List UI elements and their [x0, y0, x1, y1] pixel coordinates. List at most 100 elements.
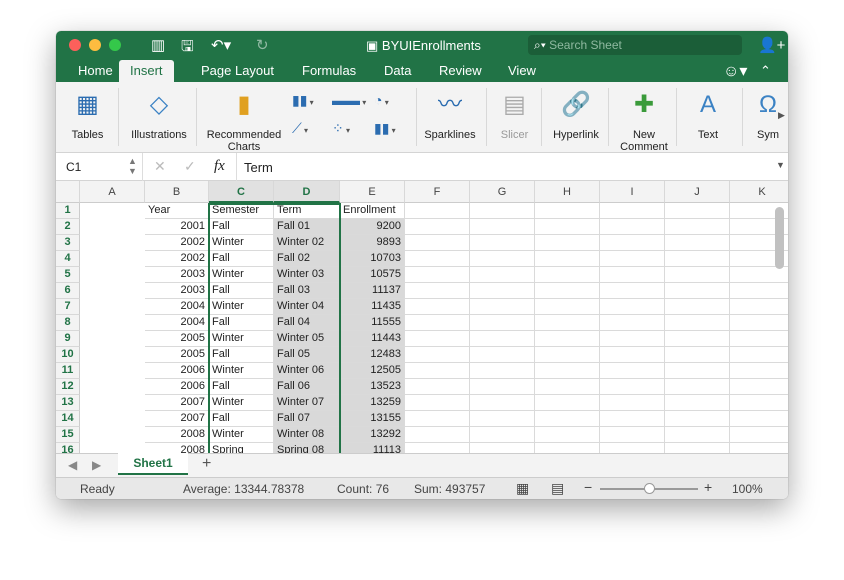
cell[interactable] — [665, 203, 730, 219]
cell[interactable] — [730, 283, 788, 299]
cell[interactable]: 10575 — [340, 267, 405, 283]
cell[interactable]: Fall 05 — [274, 347, 340, 363]
cell[interactable]: Fall — [209, 283, 274, 299]
cell[interactable]: 9200 — [340, 219, 405, 235]
cell[interactable] — [405, 235, 470, 251]
cell[interactable] — [470, 347, 535, 363]
tab-review[interactable]: Review — [439, 63, 482, 78]
cell[interactable] — [600, 395, 665, 411]
tab-home[interactable]: Home — [78, 63, 113, 78]
ribbon-new-button[interactable]: ✚ New Comment — [614, 86, 674, 154]
cell[interactable] — [470, 363, 535, 379]
cell[interactable]: Spring — [209, 443, 274, 453]
cell[interactable]: 2007 — [145, 411, 209, 427]
cell[interactable] — [470, 235, 535, 251]
cell[interactable] — [535, 395, 600, 411]
cell[interactable] — [730, 347, 788, 363]
cell[interactable]: Winter — [209, 363, 274, 379]
cell[interactable]: 2001 — [145, 219, 209, 235]
cell[interactable] — [600, 347, 665, 363]
ribbon-sparklines-button[interactable]: 〰 Sparklines — [420, 86, 480, 142]
row-header[interactable]: 2 — [56, 219, 80, 235]
cell[interactable] — [535, 299, 600, 315]
column-header-j[interactable]: J — [665, 181, 730, 203]
cell[interactable] — [665, 251, 730, 267]
prev-sheet-icon[interactable]: ◀ — [68, 458, 77, 472]
chart-type-button[interactable]: ▮▮ ▾ — [292, 92, 314, 109]
cell[interactable] — [405, 427, 470, 443]
cell[interactable]: Enrollment — [340, 203, 405, 219]
cell[interactable]: Winter 05 — [274, 331, 340, 347]
cell[interactable] — [600, 379, 665, 395]
cell[interactable] — [665, 267, 730, 283]
cell[interactable]: Fall — [209, 411, 274, 427]
row-header[interactable]: 13 — [56, 395, 80, 411]
cell[interactable] — [665, 235, 730, 251]
function-icon[interactable]: fx — [214, 158, 225, 175]
column-header-d[interactable]: D — [274, 181, 340, 203]
cell[interactable] — [730, 443, 788, 453]
column-header-k[interactable]: K — [730, 181, 788, 203]
search-input[interactable]: ⌕▾ Search Sheet — [528, 35, 742, 55]
cell[interactable] — [405, 331, 470, 347]
chart-type-button[interactable]: ⁘ ▾ — [332, 120, 350, 137]
cell[interactable] — [600, 219, 665, 235]
ribbon-tables-button[interactable]: ▦ Tables — [60, 86, 115, 142]
cell[interactable] — [470, 299, 535, 315]
row-header[interactable]: 9 — [56, 331, 80, 347]
minimize-button[interactable] — [89, 39, 101, 51]
cell[interactable] — [665, 443, 730, 453]
cell[interactable] — [600, 315, 665, 331]
cell[interactable] — [730, 331, 788, 347]
cell[interactable] — [535, 315, 600, 331]
tab-formulas[interactable]: Formulas — [302, 63, 356, 78]
chart-type-button[interactable]: ⟋ ▾ — [292, 120, 308, 137]
cell[interactable] — [665, 411, 730, 427]
cell[interactable] — [470, 443, 535, 453]
cell[interactable]: 2002 — [145, 235, 209, 251]
cell[interactable] — [665, 395, 730, 411]
cell[interactable]: Winter 02 — [274, 235, 340, 251]
cell[interactable] — [600, 443, 665, 453]
cell[interactable] — [470, 395, 535, 411]
row-header[interactable]: 15 — [56, 427, 80, 443]
cell[interactable] — [600, 267, 665, 283]
cell[interactable] — [600, 251, 665, 267]
cell[interactable]: Fall — [209, 251, 274, 267]
cell[interactable] — [600, 283, 665, 299]
cell[interactable] — [535, 331, 600, 347]
cell[interactable] — [535, 251, 600, 267]
cell[interactable] — [470, 219, 535, 235]
cell[interactable]: Fall — [209, 379, 274, 395]
tab-data[interactable]: Data — [384, 63, 411, 78]
cell[interactable] — [405, 267, 470, 283]
cell[interactable] — [470, 267, 535, 283]
row-header[interactable]: 5 — [56, 267, 80, 283]
cell[interactable]: Winter — [209, 331, 274, 347]
enter-icon[interactable]: ✓ — [184, 158, 196, 175]
row-header[interactable]: 4 — [56, 251, 80, 267]
cell[interactable] — [470, 203, 535, 219]
row-header[interactable]: 16 — [56, 443, 80, 453]
cell[interactable]: Year — [145, 203, 209, 219]
cell[interactable] — [535, 363, 600, 379]
cell[interactable]: Winter 08 — [274, 427, 340, 443]
ribbon-slicer-button[interactable]: ▤ Slicer — [492, 86, 537, 142]
cell[interactable]: Winter — [209, 427, 274, 443]
cell[interactable] — [730, 395, 788, 411]
cell[interactable] — [470, 283, 535, 299]
cell[interactable] — [405, 251, 470, 267]
cell[interactable] — [665, 363, 730, 379]
cell[interactable]: Fall 07 — [274, 411, 340, 427]
cell[interactable]: Fall — [209, 347, 274, 363]
close-button[interactable] — [69, 39, 81, 51]
cell[interactable] — [535, 347, 600, 363]
cell[interactable] — [600, 363, 665, 379]
cell[interactable] — [470, 379, 535, 395]
cell[interactable] — [730, 363, 788, 379]
cell[interactable] — [665, 427, 730, 443]
tab-page-layout[interactable]: Page Layout — [201, 63, 274, 78]
cell[interactable]: 12483 — [340, 347, 405, 363]
row-header[interactable]: 7 — [56, 299, 80, 315]
cell[interactable] — [730, 267, 788, 283]
